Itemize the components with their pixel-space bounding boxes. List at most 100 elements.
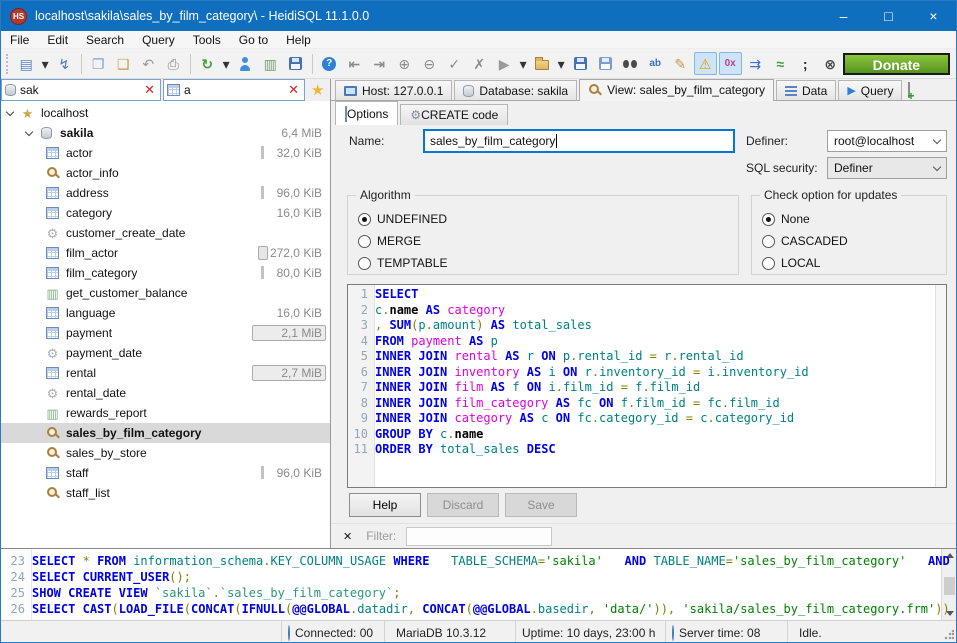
undo-icon[interactable]: ↶ — [137, 52, 160, 75]
stop-icon[interactable]: ⊗ — [819, 52, 842, 75]
filter-input[interactable] — [406, 527, 552, 546]
local-radio[interactable]: LOCAL — [762, 252, 946, 274]
tree-item-address[interactable]: address96,0 KiB — [1, 183, 330, 203]
tree-item-sakila[interactable]: sakila6,4 MiB — [1, 123, 330, 143]
donate-button[interactable]: Donate — [843, 53, 950, 75]
tree-item-staff-list[interactable]: staff_list — [1, 483, 330, 503]
export-rows-icon[interactable]: ▥ — [259, 52, 282, 75]
tree-item-actor-info[interactable]: actor_info — [1, 163, 330, 183]
resize-grip-icon[interactable] — [944, 630, 954, 640]
temptable-radio[interactable]: TEMPTABLE — [358, 252, 738, 274]
favorites-star-icon[interactable]: ★ — [311, 81, 324, 99]
tree-item-get-customer-balance[interactable]: ▥get_customer_balance — [1, 283, 330, 303]
load-dropdown-icon[interactable]: ▾ — [556, 52, 567, 75]
tab-data[interactable]: Data — [776, 80, 836, 100]
menu-help[interactable]: Help — [277, 31, 320, 49]
menu-edit[interactable]: Edit — [38, 31, 77, 49]
user-manager-icon[interactable] — [234, 52, 257, 75]
tab-options[interactable]: Options — [335, 101, 398, 125]
tree-item-sales-by-film-category[interactable]: sales_by_film_category — [1, 423, 330, 443]
disconnect-icon[interactable]: ↯ — [53, 52, 76, 75]
tab-host[interactable]: Host: 127.0.0.1 — [335, 80, 452, 100]
menu-tools[interactable]: Tools — [184, 31, 230, 49]
menu-file[interactable]: File — [1, 31, 38, 49]
last-record-icon[interactable]: ⇥ — [368, 52, 391, 75]
tab-create-code[interactable]: ⚙CREATE code — [400, 104, 508, 125]
bind-params-icon[interactable]: ≈ — [769, 52, 792, 75]
hex-literals-icon[interactable]: 0x — [719, 52, 742, 75]
session-filter-input[interactable]: sak ✕ — [1, 79, 161, 101]
sql-log-panel[interactable]: 23SELECT * FROM information_schema.KEY_C… — [1, 548, 956, 620]
semicolon-icon[interactable]: ; — [794, 52, 817, 75]
tree-item-language[interactable]: language16,0 KiB — [1, 303, 330, 323]
copy-icon[interactable]: ❐ — [87, 52, 110, 75]
tree-item-film-actor[interactable]: film_actor272,0 KiB — [1, 243, 330, 263]
tree-item-localhost[interactable]: ★localhost — [1, 103, 330, 123]
view-select-code-editor[interactable]: 1SELECT2c.name AS category3, SUM(p.amoun… — [347, 284, 947, 488]
menu-go-to[interactable]: Go to — [230, 31, 277, 49]
tree-item-rental[interactable]: rental2,7 MiB — [1, 363, 330, 383]
tree-item-payment[interactable]: payment2,1 MiB — [1, 323, 330, 343]
line-number: 9 — [348, 411, 368, 427]
post-record-icon[interactable]: ✓ — [443, 52, 466, 75]
menu-search[interactable]: Search — [77, 31, 133, 49]
toolbar-separator — [312, 54, 313, 74]
merge-radio[interactable]: MERGE — [358, 230, 738, 252]
save-sql-as-icon[interactable] — [594, 52, 617, 75]
sql-security-select[interactable]: Definer — [827, 157, 947, 179]
insert-record-icon[interactable]: ⊕ — [393, 52, 416, 75]
tree-item-payment-date[interactable]: ⚙payment_date — [1, 343, 330, 363]
tree-item-sales-by-store[interactable]: sales_by_store — [1, 443, 330, 463]
save-button[interactable]: Save — [505, 493, 577, 517]
tab-query[interactable]: ▶Query — [838, 80, 902, 100]
tree-item-rental-date[interactable]: ⚙rental_date — [1, 383, 330, 403]
delete-record-icon[interactable]: ⊖ — [418, 52, 441, 75]
discard-button[interactable]: Discard — [427, 493, 499, 517]
close-filter-icon[interactable]: ✕ — [343, 530, 352, 543]
reformat-icon[interactable]: ✎ — [669, 52, 692, 75]
paste-icon[interactable]: ❑ — [112, 52, 135, 75]
table-filter-input[interactable]: a ✕ — [163, 79, 305, 101]
status-text: MariaDB 10.3.12 — [396, 626, 486, 640]
save-sql-icon[interactable] — [569, 52, 592, 75]
help-button[interactable]: Help — [349, 493, 421, 517]
replace-text-icon[interactable]: ab — [644, 52, 667, 75]
run-dropdown-icon[interactable]: ▾ — [518, 52, 529, 75]
none-radio[interactable]: None — [762, 208, 946, 230]
tree-item-film-category[interactable]: film_category80,0 KiB — [1, 263, 330, 283]
refresh-dropdown-icon[interactable]: ▾ — [221, 52, 232, 75]
cancel-edit-icon[interactable]: ✗ — [468, 52, 491, 75]
session-manager-icon[interactable]: ▤ — [15, 52, 38, 75]
view-name-input[interactable]: sales_by_film_category — [423, 129, 735, 153]
save-blob-icon[interactable] — [284, 52, 307, 75]
run-query-icon[interactable]: ▶ — [493, 52, 516, 75]
indent-icon[interactable]: ⇉ — [744, 52, 767, 75]
load-sql-icon[interactable] — [531, 52, 554, 75]
tree-item-customer-create-date[interactable]: ⚙customer_create_date — [1, 223, 330, 243]
tree-item-staff[interactable]: staff96,0 KiB — [1, 463, 330, 483]
maximize-button[interactable]: □ — [866, 1, 911, 31]
close-button[interactable]: × — [911, 1, 956, 31]
menu-query[interactable]: Query — [133, 31, 184, 49]
definer-select[interactable]: root@localhost — [827, 130, 947, 152]
tree-item-category[interactable]: category16,0 KiB — [1, 203, 330, 223]
refresh-icon[interactable]: ↻ — [196, 52, 219, 75]
session-dropdown-icon[interactable]: ▾ — [40, 52, 51, 75]
undefined-radio[interactable]: UNDEFINED — [358, 208, 738, 230]
find-replace-icon[interactable] — [619, 52, 642, 75]
help-icon[interactable]: ? — [318, 52, 341, 75]
tab-view[interactable]: View: sales_by_film_category — [579, 79, 774, 101]
highlight-errors-icon[interactable]: ⚠ — [694, 52, 717, 75]
expand-arrow-icon[interactable] — [6, 107, 14, 115]
clear-table-filter-icon[interactable]: ✕ — [286, 82, 301, 98]
minimize-button[interactable]: – — [821, 1, 866, 31]
clear-session-filter-icon[interactable]: ✕ — [142, 82, 157, 98]
tab-database[interactable]: Database: sakila — [454, 80, 577, 100]
print-icon[interactable]: ⎙ — [162, 52, 185, 75]
tree-item-actor[interactable]: actor32,0 KiB — [1, 143, 330, 163]
first-record-icon[interactable]: ⇤ — [343, 52, 366, 75]
new-query-tab-button[interactable] — [908, 83, 910, 97]
expand-arrow-icon[interactable] — [25, 127, 33, 135]
tree-item-rewards-report[interactable]: ▥rewards_report — [1, 403, 330, 423]
cascaded-radio[interactable]: CASCADED — [762, 230, 946, 252]
